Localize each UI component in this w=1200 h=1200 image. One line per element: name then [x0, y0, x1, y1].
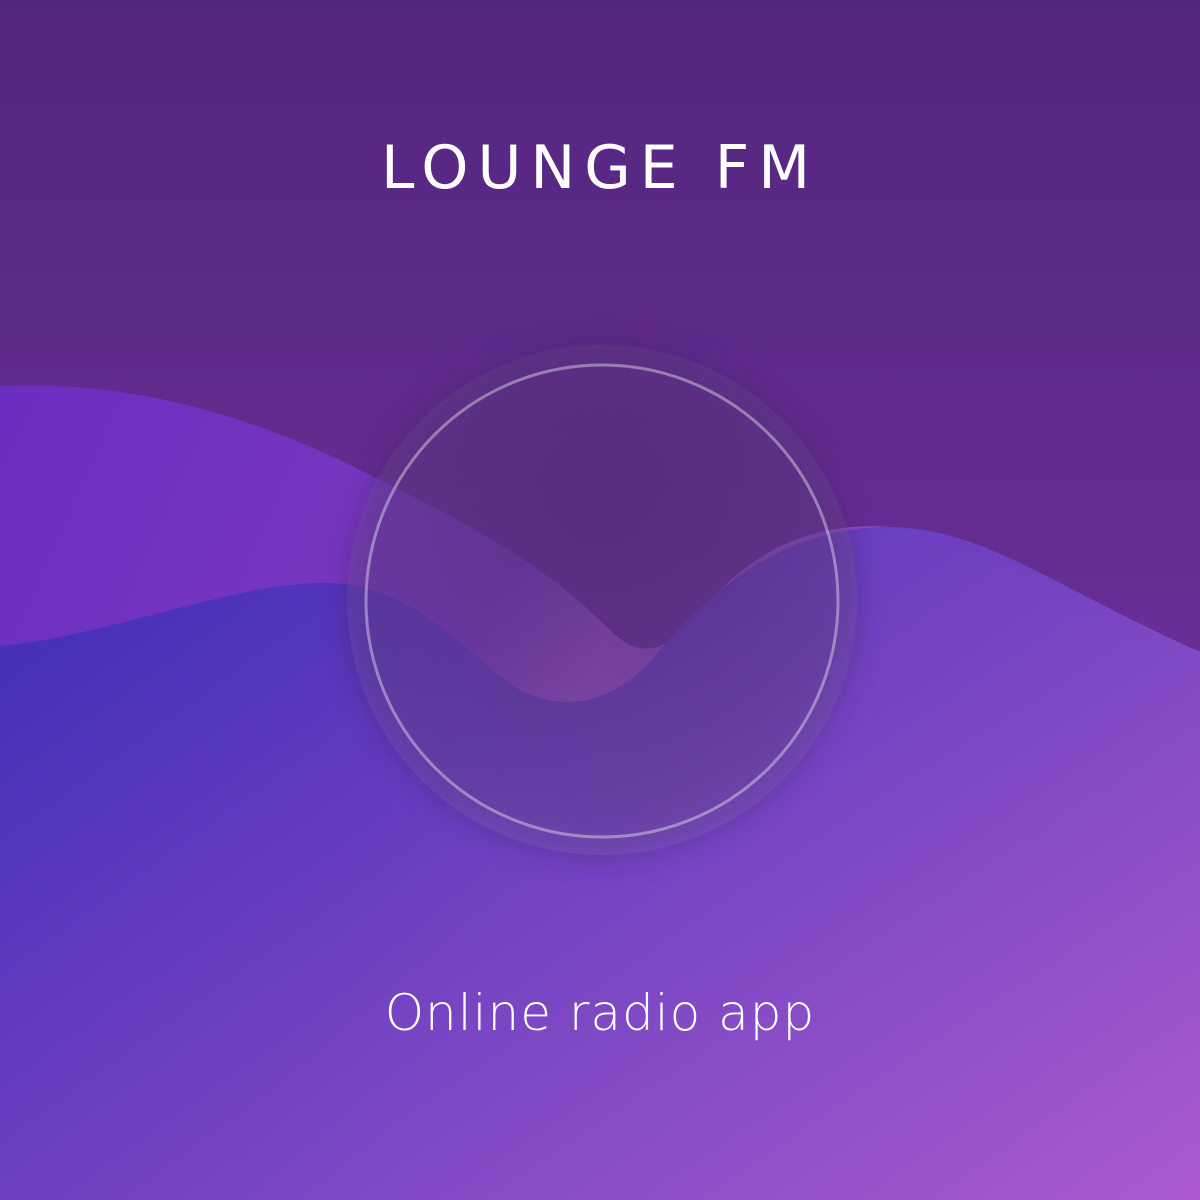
app-splash-screen: LOUNGE FM Online radio app: [0, 0, 1200, 1200]
app-title: LOUNGE FM: [380, 133, 820, 203]
logo-inner-shade: [347, 345, 857, 855]
app-tagline: Online radio app: [384, 984, 816, 1042]
